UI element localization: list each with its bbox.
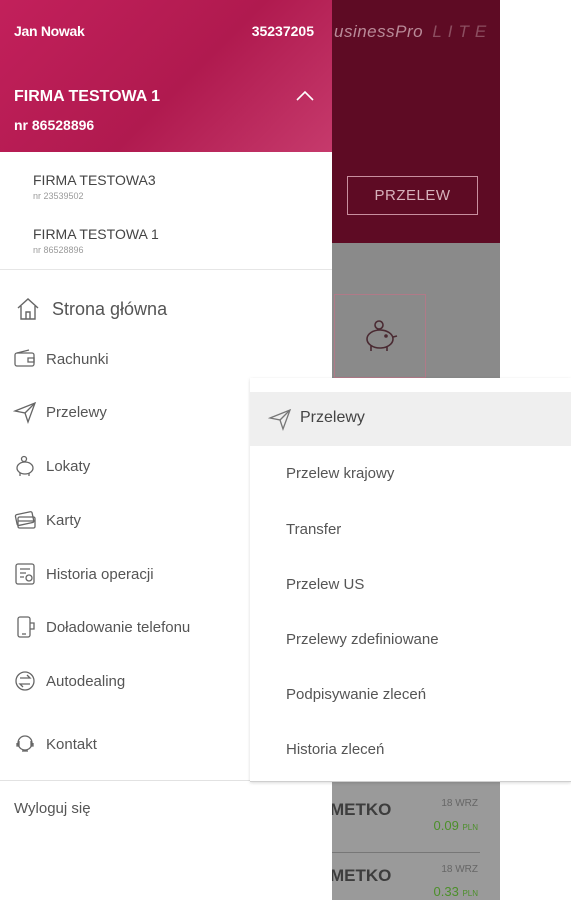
transaction-row[interactable]: METKO 18 WRZ 0.33 PLN bbox=[330, 858, 500, 900]
menu-item-label: Historia operacji bbox=[46, 565, 154, 583]
logout-link[interactable]: Wyloguj się bbox=[14, 800, 91, 817]
selected-company-name[interactable]: FIRMA TESTOWA 1 bbox=[14, 88, 160, 106]
phone-icon bbox=[13, 615, 37, 639]
menu-item-rachunki[interactable]: Rachunki bbox=[0, 339, 332, 379]
submenu-item-przelew-krajowy[interactable]: Przelew krajowy bbox=[286, 465, 394, 482]
submenu-item-przelew-us[interactable]: Przelew US bbox=[286, 576, 364, 593]
company-option-name: FIRMA TESTOWA3 bbox=[33, 172, 156, 188]
transaction-date: 18 WRZ bbox=[441, 798, 478, 809]
history-icon bbox=[13, 562, 37, 586]
submenu-item-historia-zlecen[interactable]: Historia zleceń bbox=[286, 741, 384, 758]
menu-item-label: Autodealing bbox=[46, 672, 126, 690]
wallet-icon bbox=[13, 347, 37, 371]
submenu-title: Przelewy bbox=[300, 409, 365, 426]
company-option-name: FIRMA TESTOWA 1 bbox=[33, 226, 159, 242]
submenu-item-przelewy-zdefiniowane[interactable]: Przelewy zdefiniowane bbox=[286, 631, 439, 648]
contact-icon bbox=[13, 732, 37, 756]
card-icon bbox=[13, 508, 37, 532]
piggy-bank-icon bbox=[366, 320, 398, 351]
przelewy-submenu: Przelewy Przelew krajowy Transfer Przele… bbox=[250, 378, 571, 782]
menu-item-label: Lokaty bbox=[46, 457, 91, 475]
user-id: 35237205 bbox=[251, 23, 314, 39]
company-switcher-list: FIRMA TESTOWA3 nr 23539502 FIRMA TESTOWA… bbox=[0, 152, 332, 270]
exchange-icon bbox=[13, 669, 37, 693]
piggy-bank-icon bbox=[13, 454, 37, 478]
transaction-title: METKO bbox=[330, 866, 392, 885]
brand-logo: usinessPro LITE bbox=[334, 22, 493, 41]
company-option[interactable]: FIRMA TESTOWA3 nr 23539502 bbox=[33, 172, 323, 201]
transaction-title: METKO bbox=[330, 800, 392, 819]
company-option-number: nr 23539502 bbox=[33, 191, 84, 201]
menu-item-label: Przelewy bbox=[46, 403, 107, 421]
company-option[interactable]: FIRMA TESTOWA 1 nr 86528896 bbox=[33, 226, 323, 255]
transaction-amount: 0.33 PLN bbox=[433, 884, 479, 899]
selected-company-number: nr 86528896 bbox=[14, 117, 95, 133]
transaction-amount: 0.09 PLN bbox=[433, 818, 479, 833]
menu-item-label: Karty bbox=[46, 511, 82, 529]
menu-item-label: Strona główna bbox=[52, 298, 168, 319]
savings-tile[interactable] bbox=[334, 294, 426, 378]
send-icon bbox=[268, 408, 292, 431]
home-icon bbox=[15, 296, 41, 322]
menu-item-label: Doładowanie telefonu bbox=[46, 618, 191, 636]
menu-item-label: Rachunki bbox=[46, 350, 109, 368]
transaction-row[interactable]: METKO 18 WRZ 0.09 PLN bbox=[330, 792, 500, 852]
drawer-header: Jan Nowak 35237205 FIRMA TESTOWA 1 nr 86… bbox=[0, 0, 332, 152]
menu-item-strona-glowna[interactable]: Strona główna bbox=[0, 289, 332, 329]
send-icon bbox=[13, 400, 37, 424]
transaction-date: 18 WRZ bbox=[441, 864, 478, 875]
submenu-header[interactable]: Przelewy bbox=[250, 392, 571, 446]
przelew-button[interactable]: PRZELEW bbox=[347, 176, 478, 215]
user-name: Jan Nowak bbox=[14, 23, 85, 39]
submenu-item-podpisywanie-zlecen[interactable]: Podpisywanie zleceń bbox=[286, 686, 426, 703]
submenu-item-transfer[interactable]: Transfer bbox=[286, 521, 341, 538]
divider bbox=[330, 852, 480, 853]
chevron-up-icon[interactable] bbox=[294, 88, 316, 104]
menu-item-label: Kontakt bbox=[46, 735, 97, 753]
company-option-number: nr 86528896 bbox=[33, 245, 84, 255]
